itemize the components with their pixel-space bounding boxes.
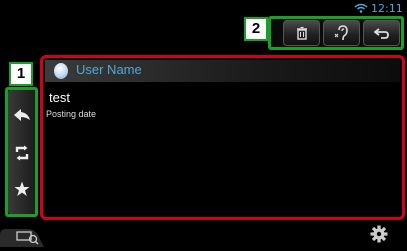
search-map-icon: [0, 229, 44, 247]
retweet-button[interactable]: [8, 138, 35, 168]
retweet-icon: [15, 145, 28, 161]
voice-reply-button[interactable]: [323, 20, 360, 46]
tweet-panel-highlight: [40, 55, 405, 220]
settings-button[interactable]: [368, 224, 390, 248]
status-time: 12:11: [371, 2, 403, 15]
back-button[interactable]: [363, 20, 400, 46]
delete-button[interactable]: [283, 20, 320, 46]
reply-voice-icon: [334, 25, 348, 41]
back-icon: [373, 28, 389, 39]
favorite-button[interactable]: [8, 174, 35, 204]
bottom-left-control[interactable]: [0, 225, 70, 247]
favorite-star-icon: [14, 181, 29, 196]
reply-icon: [13, 109, 30, 121]
gear-icon: [370, 225, 388, 243]
trash-icon: [296, 26, 307, 40]
callout-label-2: 2: [244, 17, 268, 41]
callout-label-1: 1: [9, 62, 33, 86]
reply-button[interactable]: [8, 100, 35, 130]
wifi-icon: [354, 3, 368, 13]
